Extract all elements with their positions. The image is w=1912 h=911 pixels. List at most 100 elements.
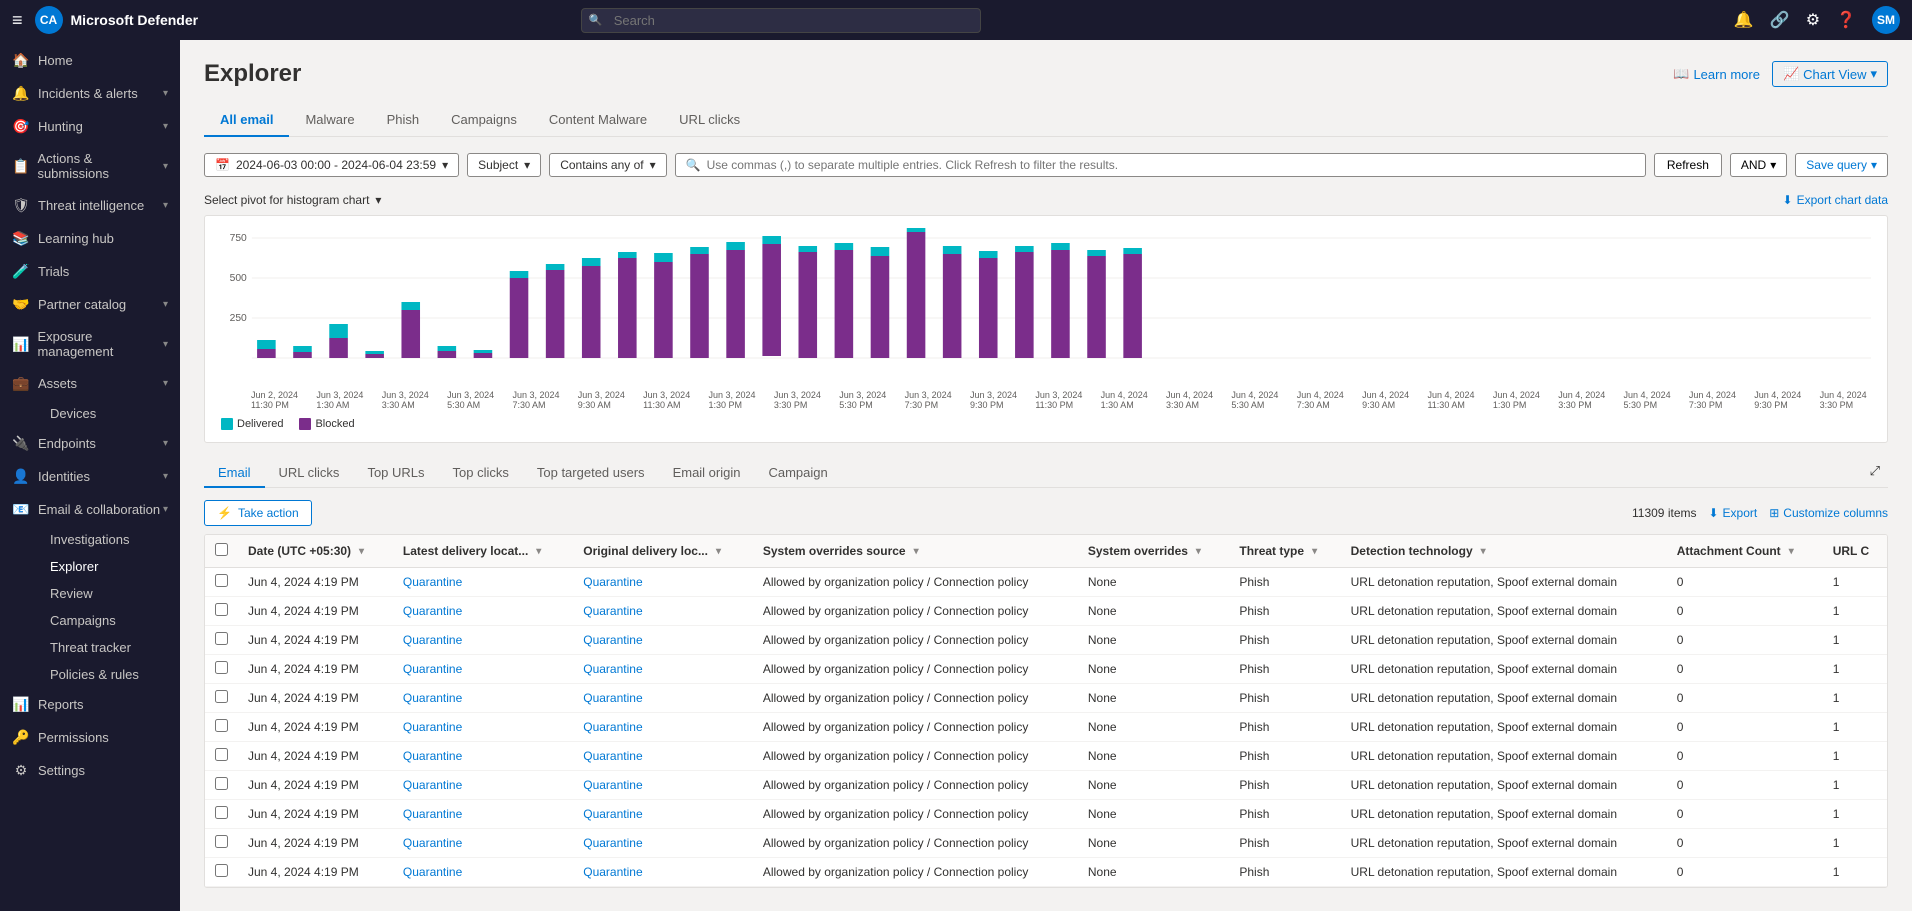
- contains-filter[interactable]: Contains any of ▾: [549, 153, 666, 177]
- tab-all-email[interactable]: All email: [204, 104, 289, 137]
- tab-content-malware[interactable]: Content Malware: [533, 104, 663, 137]
- and-button[interactable]: AND ▾: [1730, 153, 1787, 177]
- refresh-button[interactable]: Refresh: [1654, 153, 1722, 177]
- take-action-button[interactable]: ⚡ Take action: [204, 500, 312, 526]
- th-system-overrides-source[interactable]: System overrides source▾: [753, 535, 1078, 568]
- row-checkbox-cell[interactable]: [205, 713, 238, 742]
- row-checkbox-cell[interactable]: [205, 626, 238, 655]
- email-tab-top-targeted[interactable]: Top targeted users: [523, 459, 659, 488]
- sidebar-item-exposure[interactable]: 📊 Exposure management ▾: [0, 321, 180, 367]
- expand-table-icon[interactable]: ⤢: [1862, 459, 1888, 487]
- sidebar-item-review[interactable]: Review: [38, 580, 180, 607]
- row-checkbox[interactable]: [215, 690, 228, 703]
- sidebar-item-learning[interactable]: 📚 Learning hub: [0, 222, 180, 255]
- email-tab-email[interactable]: Email: [204, 459, 265, 488]
- th-detection-technology[interactable]: Detection technology▾: [1341, 535, 1667, 568]
- search-input[interactable]: [581, 8, 981, 33]
- sidebar-item-email-collab[interactable]: 📧 Email & collaboration ▾: [0, 493, 180, 526]
- sidebar-item-permissions[interactable]: 🔑 Permissions: [0, 721, 180, 754]
- help-icon[interactable]: ❓: [1836, 10, 1856, 30]
- filter-search-input[interactable]: [707, 158, 1635, 172]
- row-checkbox-cell[interactable]: [205, 597, 238, 626]
- tab-campaigns[interactable]: Campaigns: [435, 104, 533, 137]
- customize-columns-button[interactable]: ⊞ Customize columns: [1769, 506, 1888, 520]
- tab-phish[interactable]: Phish: [371, 104, 436, 137]
- settings-icon[interactable]: ⚙: [1806, 10, 1820, 30]
- avatar[interactable]: SM: [1872, 6, 1900, 34]
- x-label-12: Jun 3, 20249:30 PM: [970, 390, 1017, 410]
- email-tab-campaign[interactable]: Campaign: [754, 459, 841, 488]
- row-checkbox[interactable]: [215, 777, 228, 790]
- th-original-delivery[interactable]: Original delivery loc...▾: [573, 535, 753, 568]
- search-filter[interactable]: 🔍: [675, 153, 1646, 177]
- sidebar-item-home[interactable]: 🏠 Home: [0, 44, 180, 77]
- sidebar-item-incidents[interactable]: 🔔 Incidents & alerts ▾: [0, 77, 180, 110]
- x-label-24: Jun 4, 20249:30 PM: [1754, 390, 1801, 410]
- sidebar-sub-devices[interactable]: Devices: [0, 400, 180, 427]
- th-date[interactable]: Date (UTC +05:30)▾: [238, 535, 393, 568]
- row-checkbox-cell[interactable]: [205, 655, 238, 684]
- row-checkbox[interactable]: [215, 806, 228, 819]
- notification-icon[interactable]: 🔔: [1734, 10, 1754, 30]
- email-tab-top-urls[interactable]: Top URLs: [353, 459, 438, 488]
- sidebar-item-actions[interactable]: 📋 Actions & submissions ▾: [0, 143, 180, 189]
- row-checkbox[interactable]: [215, 574, 228, 587]
- pivot-selector[interactable]: Select pivot for histogram chart ▾: [204, 193, 381, 207]
- th-attachment-label: Attachment Count: [1677, 544, 1781, 558]
- sidebar-item-threat-tracker[interactable]: Threat tracker: [38, 634, 180, 661]
- sidebar-item-settings[interactable]: ⚙ Settings: [0, 754, 180, 787]
- row-checkbox-cell[interactable]: [205, 800, 238, 829]
- th-url-c[interactable]: URL C: [1823, 535, 1887, 568]
- cell-latest-delivery: Quarantine: [393, 713, 573, 742]
- link-icon[interactable]: 🔗: [1770, 10, 1790, 30]
- hamburger-icon[interactable]: ≡: [12, 10, 23, 31]
- row-checkbox[interactable]: [215, 603, 228, 616]
- tab-url-clicks[interactable]: URL clicks: [663, 104, 756, 137]
- select-all-header[interactable]: [205, 535, 238, 568]
- sidebar-item-threat-intel[interactable]: 🛡 Threat intelligence ▾: [0, 189, 180, 222]
- subject-filter[interactable]: Subject ▾: [467, 153, 541, 177]
- sidebar-item-hunting[interactable]: 🎯 Hunting ▾: [0, 110, 180, 143]
- row-checkbox-cell[interactable]: [205, 684, 238, 713]
- row-checkbox-cell[interactable]: [205, 742, 238, 771]
- email-tab-top-clicks[interactable]: Top clicks: [439, 459, 523, 488]
- sidebar-item-investigations[interactable]: Investigations: [38, 526, 180, 553]
- email-tab-email-origin[interactable]: Email origin: [659, 459, 755, 488]
- th-attachment-count[interactable]: Attachment Count▾: [1667, 535, 1823, 568]
- sidebar-item-trials[interactable]: 🧪 Trials: [0, 255, 180, 288]
- learn-more-button[interactable]: 📖 Learn more: [1673, 66, 1760, 82]
- row-checkbox-cell[interactable]: [205, 858, 238, 887]
- row-checkbox-cell[interactable]: [205, 829, 238, 858]
- th-threat-type[interactable]: Threat type▾: [1229, 535, 1340, 568]
- tab-malware[interactable]: Malware: [289, 104, 370, 137]
- date-range-picker[interactable]: 📅 2024-06-03 00:00 - 2024-06-04 23:59 ▾: [204, 153, 459, 177]
- sidebar-item-endpoints[interactable]: 🔌 Endpoints ▾: [0, 427, 180, 460]
- row-checkbox[interactable]: [215, 864, 228, 877]
- row-checkbox[interactable]: [215, 661, 228, 674]
- row-checkbox-cell[interactable]: [205, 771, 238, 800]
- export-chart-button[interactable]: ⬇ Export chart data: [1783, 193, 1888, 207]
- cell-date: Jun 4, 2024 4:19 PM: [238, 742, 393, 771]
- search-bar[interactable]: [581, 8, 981, 33]
- sidebar-item-explorer[interactable]: Explorer: [38, 553, 180, 580]
- x-label-2: Jun 3, 20241:30 AM: [316, 390, 363, 410]
- row-checkbox[interactable]: [215, 748, 228, 761]
- export-button[interactable]: ⬇ Export: [1708, 506, 1757, 520]
- chart-view-button[interactable]: 📈 Chart View ▾: [1772, 61, 1888, 87]
- sidebar-item-identities[interactable]: 👤 Identities ▾: [0, 460, 180, 493]
- row-checkbox-cell[interactable]: [205, 568, 238, 597]
- sidebar-item-campaigns[interactable]: Campaigns: [38, 607, 180, 634]
- sidebar-item-policies[interactable]: Policies & rules: [38, 661, 180, 688]
- sidebar-item-devices[interactable]: Devices: [38, 400, 180, 427]
- row-checkbox[interactable]: [215, 719, 228, 732]
- select-all-checkbox[interactable]: [215, 543, 228, 556]
- th-latest-delivery[interactable]: Latest delivery locat...▾: [393, 535, 573, 568]
- sidebar-item-assets[interactable]: 💼 Assets ▾: [0, 367, 180, 400]
- save-query-button[interactable]: Save query ▾: [1795, 153, 1888, 177]
- sidebar-item-reports[interactable]: 📊 Reports: [0, 688, 180, 721]
- th-system-overrides[interactable]: System overrides▾: [1078, 535, 1230, 568]
- row-checkbox[interactable]: [215, 835, 228, 848]
- row-checkbox[interactable]: [215, 632, 228, 645]
- sidebar-item-partner[interactable]: 🤝 Partner catalog ▾: [0, 288, 180, 321]
- email-tab-url-clicks[interactable]: URL clicks: [265, 459, 354, 488]
